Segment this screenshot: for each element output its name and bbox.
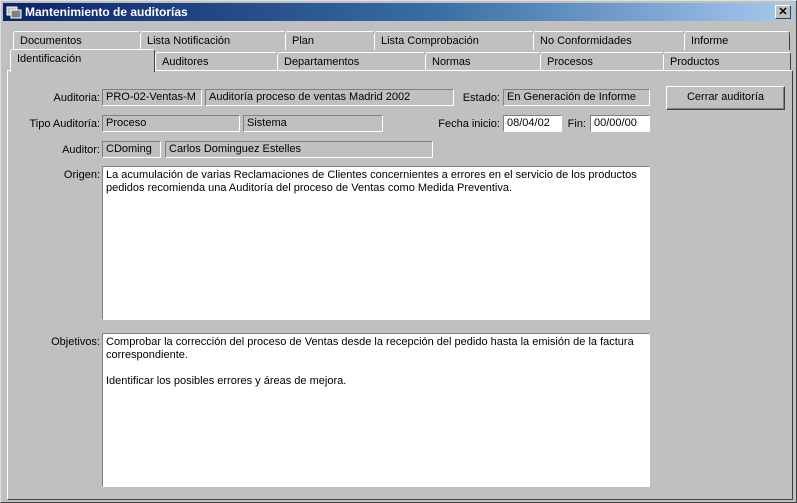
- close-button[interactable]: ✕: [775, 5, 791, 19]
- tab-label: Departamentos: [284, 56, 360, 68]
- auditoria-label: Auditoria:: [53, 92, 100, 104]
- tab-procesos[interactable]: Procesos: [540, 52, 664, 71]
- identificacion-panel: Auditoria: PRO-02-Ventas-M Auditoría pro…: [7, 70, 793, 500]
- tab-label: Auditores: [162, 56, 209, 68]
- fecha-fin-field[interactable]: 00/00/00: [590, 115, 650, 132]
- auditoria-code-field[interactable]: PRO-02-Ventas-M: [102, 89, 202, 106]
- fin-label: Fin:: [567, 118, 586, 130]
- objetivos-label: Objetivos:: [51, 336, 100, 348]
- tab-normas[interactable]: Normas: [425, 52, 541, 71]
- fecha-inicio-label: Fecha inicio:: [438, 118, 500, 130]
- tab-departamentos[interactable]: Departamentos: [277, 52, 426, 71]
- tipo-sub-field[interactable]: Sistema: [243, 115, 383, 132]
- origen-textarea[interactable]: La acumulación de varias Reclamaciones d…: [102, 166, 650, 320]
- estado-label: Estado:: [462, 92, 500, 104]
- tab-productos[interactable]: Productos: [663, 52, 791, 71]
- tab-auditores[interactable]: Auditores: [155, 52, 278, 71]
- tab-label: Productos: [670, 56, 720, 68]
- tab-label: Documentos: [20, 35, 82, 47]
- estado-field[interactable]: En Generación de Informe: [503, 89, 650, 106]
- tab-lista-comprobacion[interactable]: Lista Comprobación: [374, 31, 534, 50]
- tipo-auditoria-field[interactable]: Proceso: [102, 115, 240, 132]
- auditor-code-field[interactable]: CDoming: [102, 141, 161, 158]
- tab-label: Identificación: [17, 53, 82, 65]
- tab-documentos[interactable]: Documentos: [13, 31, 141, 50]
- tab-label: Normas: [432, 56, 471, 68]
- tab-plan[interactable]: Plan: [285, 31, 375, 50]
- tab-label: Plan: [292, 35, 315, 47]
- origen-label: Origen:: [63, 169, 100, 181]
- tipo-auditoria-label: Tipo Auditoría:: [29, 118, 100, 130]
- fecha-inicio-field[interactable]: 08/04/02: [503, 115, 562, 132]
- tab-no-conformidades[interactable]: No Conformidades: [533, 31, 685, 50]
- tab-label: Lista Comprobación: [381, 35, 479, 47]
- tab-label: Lista Notificación: [147, 35, 231, 47]
- title-bar[interactable]: Mantenimiento de auditorías ✕: [3, 3, 794, 21]
- close-icon: ✕: [778, 6, 788, 18]
- auditor-label: Auditor:: [62, 144, 100, 156]
- tab-lista-notificacion[interactable]: Lista Notificación: [140, 31, 286, 50]
- auditor-name-field[interactable]: Carlos Dominguez Estelles: [165, 141, 433, 158]
- audit-maintenance-window: Mantenimiento de auditorías ✕ Documentos…: [0, 0, 797, 503]
- tab-label: Procesos: [547, 56, 593, 68]
- window-title: Mantenimiento de auditorías: [25, 5, 188, 19]
- tab-informe[interactable]: Informe: [684, 31, 790, 50]
- tab-identificacion[interactable]: Identificación: [10, 49, 155, 72]
- app-icon: [6, 6, 22, 19]
- cerrar-auditoria-button[interactable]: Cerrar auditoría: [666, 86, 785, 110]
- tab-label: Informe: [691, 35, 729, 47]
- tab-label: No Conformidades: [540, 35, 632, 47]
- objetivos-textarea[interactable]: Comprobar la corrección del proceso de V…: [102, 333, 650, 487]
- auditoria-name-field[interactable]: Auditoría proceso de ventas Madrid 2002: [205, 89, 454, 106]
